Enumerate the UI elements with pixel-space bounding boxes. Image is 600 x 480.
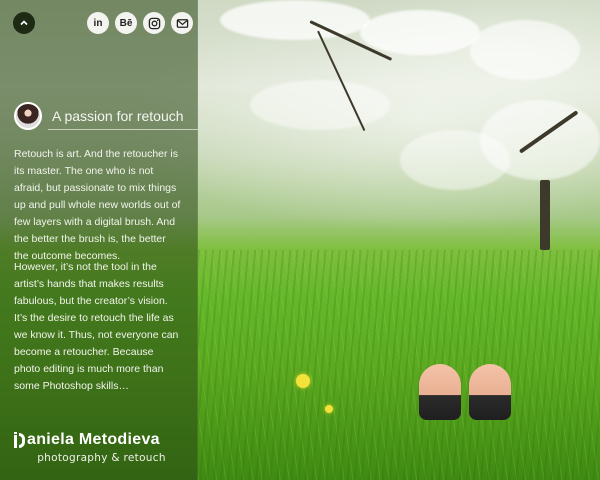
shoe-right bbox=[469, 364, 511, 420]
instagram-button[interactable] bbox=[143, 12, 165, 34]
dandelion bbox=[325, 405, 333, 413]
blossom-cloud bbox=[360, 10, 480, 55]
brand-logo[interactable]: aniela Metodieva photography & retouch bbox=[14, 431, 189, 464]
shoe-left bbox=[419, 364, 461, 420]
behance-icon: Bē bbox=[119, 17, 133, 29]
section-heading: A passion for retouch bbox=[52, 108, 184, 124]
social-links: in Bē bbox=[87, 12, 287, 34]
blossom-cloud bbox=[400, 130, 510, 190]
blossom-cloud bbox=[250, 80, 390, 130]
dandelion bbox=[296, 374, 310, 388]
scroll-top-button[interactable] bbox=[13, 12, 35, 34]
linkedin-button[interactable]: in bbox=[87, 12, 109, 34]
logo-tagline: photography & retouch bbox=[37, 452, 166, 464]
email-button[interactable] bbox=[171, 12, 193, 34]
heading-divider bbox=[48, 129, 198, 130]
instagram-icon bbox=[148, 17, 160, 29]
blossom-cloud bbox=[470, 20, 580, 80]
avatar bbox=[14, 102, 42, 130]
logo-mark-icon bbox=[14, 432, 25, 448]
behance-button[interactable]: Bē bbox=[115, 12, 137, 34]
section-header: A passion for retouch bbox=[14, 102, 198, 132]
grass-field bbox=[198, 250, 600, 480]
intro-paragraph-2: However, it’s not the tool in the artist… bbox=[14, 261, 179, 392]
tree-trunk bbox=[540, 180, 550, 250]
chevron-up-icon bbox=[20, 20, 28, 26]
intro-paragraph-1: Retouch is art. And the retoucher is its… bbox=[14, 148, 181, 262]
linkedin-icon: in bbox=[93, 17, 103, 29]
mail-icon bbox=[176, 18, 188, 28]
sidebar: in Bē A passion for retouch Retouch is a… bbox=[0, 0, 198, 480]
logo-name: aniela Metodieva bbox=[27, 431, 160, 448]
